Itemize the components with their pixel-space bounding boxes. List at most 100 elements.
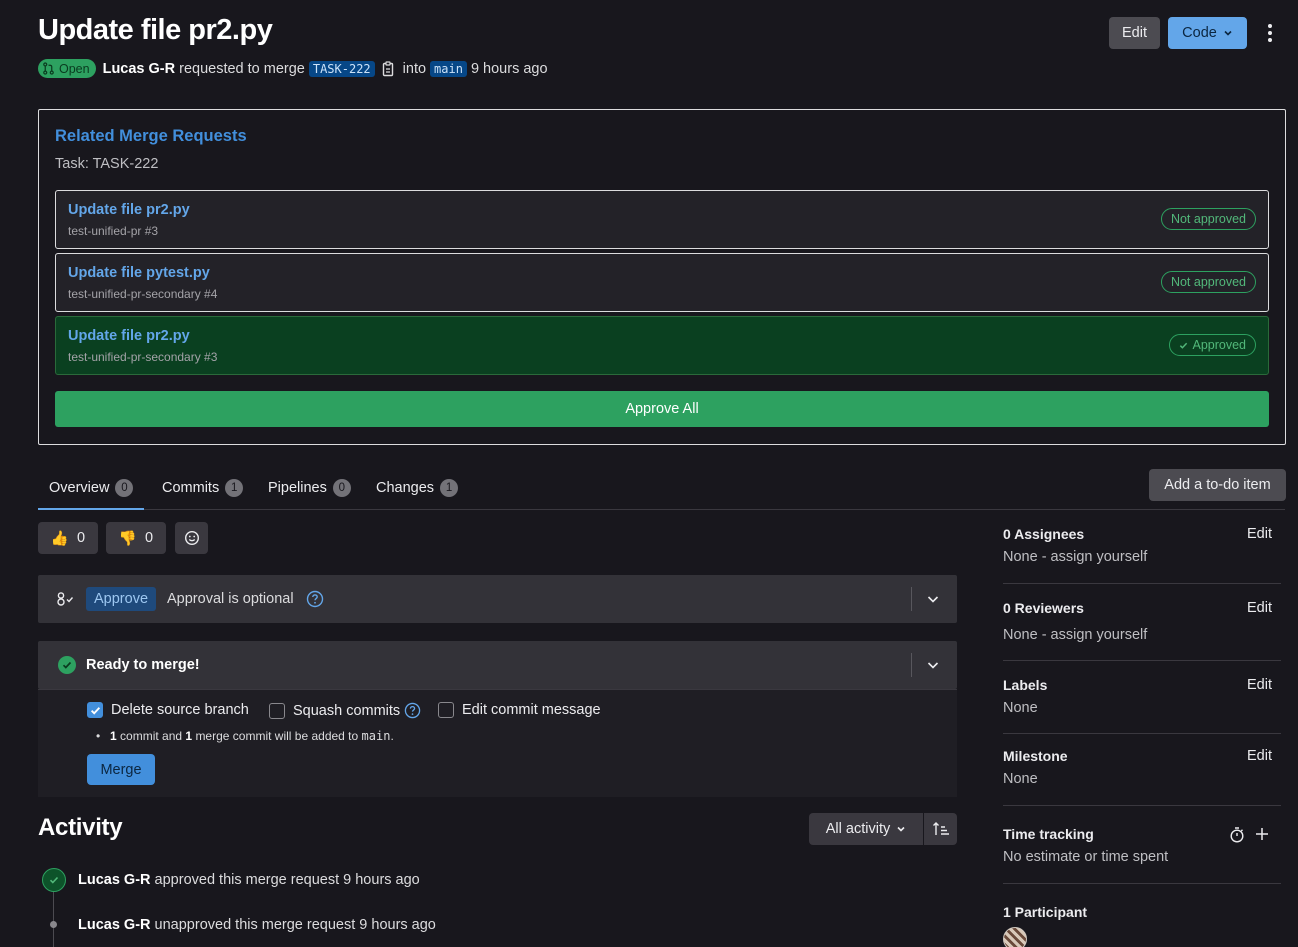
checkbox-label: Edit commit message [462, 702, 601, 718]
merge-options: Delete source branch Squash commits Edit… [38, 689, 957, 797]
copy-icon[interactable] [382, 60, 396, 77]
checkbox[interactable] [87, 702, 103, 718]
checkbox[interactable] [269, 702, 285, 719]
squash-commits-checkbox[interactable]: Squash commits [269, 702, 421, 719]
related-mr-title[interactable]: Update file pytest.py [68, 265, 210, 281]
sidebar-reviewers: 0 Reviewers None - assign yourself Edit [1003, 600, 1281, 648]
related-task: Task: TASK-222 [55, 156, 159, 172]
bullet: • [96, 729, 101, 743]
thumbs-down-count: 0 [144, 530, 154, 546]
edit-button[interactable]: Edit [1109, 17, 1160, 49]
merge-note: • 1 commit and 1 merge commit will be ad… [96, 729, 394, 743]
status-label: Open [59, 61, 90, 76]
thumbs-down-button[interactable]: 👎 0 [106, 522, 166, 554]
chevron-down-icon[interactable] [926, 592, 940, 606]
merge-status-title: Ready to merge! [86, 657, 200, 673]
author-link[interactable]: Lucas G-R [103, 61, 176, 77]
sidebar-heading: Labels [1003, 677, 1048, 693]
filter-label: All activity [825, 821, 891, 837]
related-mr-ref: test-unified-pr-secondary #3 [68, 350, 218, 364]
tab-count: 0 [115, 478, 134, 497]
approval-text: Approval is optional [167, 591, 294, 607]
smiley-icon [184, 530, 199, 546]
more-actions-icon[interactable] [1262, 22, 1278, 44]
sidebar-heading: 0 Reviewers [1003, 600, 1084, 616]
related-mr-ref: test-unified-pr-secondary #4 [68, 287, 218, 301]
sort-icon [932, 822, 949, 835]
milestone-value: None [1003, 771, 1038, 787]
thumbs-up-button[interactable]: 👍 0 [38, 522, 98, 554]
note-text: merge commit will be added to [195, 729, 359, 743]
into-text: into [402, 60, 427, 77]
stopwatch-icon[interactable] [1229, 826, 1245, 843]
target-branch[interactable]: main [430, 60, 467, 77]
event-author[interactable]: Lucas G-R [78, 917, 151, 933]
check-icon [1180, 342, 1188, 349]
related-mr-item[interactable]: Update file pytest.py test-unified-pr-se… [55, 253, 1269, 312]
delete-source-branch-checkbox[interactable]: Delete source branch [87, 702, 249, 718]
edit-labels-button[interactable]: Edit [1247, 677, 1272, 693]
divider [1003, 733, 1281, 734]
status-badge: Not approved [1160, 271, 1256, 293]
sidebar-participants: 1 Participant [1003, 904, 1281, 924]
chevron-down-icon [1224, 30, 1232, 36]
help-icon[interactable] [306, 590, 324, 608]
activity-filter-dropdown[interactable]: All activity [809, 813, 923, 845]
related-mr-item[interactable]: Update file pr2.py test-unified-pr #3 No… [55, 190, 1269, 249]
tab-commits[interactable]: Commits 1 [162, 467, 244, 509]
code-dropdown-button[interactable]: Code [1168, 17, 1247, 49]
edit-assignees-button[interactable]: Edit [1247, 526, 1272, 542]
merge-commit-count: 1 [185, 729, 193, 743]
edit-milestone-button[interactable]: Edit [1247, 748, 1272, 764]
thumbs-up-count: 0 [76, 530, 86, 546]
note-end: . [390, 729, 394, 743]
success-icon [58, 656, 76, 674]
tab-changes[interactable]: Changes 1 [376, 467, 459, 509]
status-badge: Approved [1169, 334, 1256, 356]
related-merge-requests: Related Merge Requests Task: TASK-222 Up… [38, 109, 1286, 445]
tab-count: 0 [332, 479, 351, 497]
sort-order-button[interactable] [924, 813, 957, 845]
activity-title: Activity [38, 814, 123, 841]
checkbox[interactable] [438, 702, 454, 718]
event-text: unapproved this merge request 9 hours ag… [154, 917, 436, 933]
mr-tabs: Overview 0 Commits 1 Pipelines 0 Changes… [38, 467, 1285, 510]
assign-yourself-link[interactable]: None - assign yourself [1003, 627, 1281, 643]
avatar[interactable] [1003, 927, 1027, 947]
sidebar-time-tracking: Time tracking No estimate or time spent [1003, 826, 1281, 870]
add-reaction-button[interactable] [175, 522, 208, 554]
related-mr-title[interactable]: Update file pr2.py [68, 202, 190, 218]
approval-panel: Approve Approval is optional [38, 575, 957, 623]
sidebar-heading: Milestone [1003, 748, 1068, 764]
approved-icon [42, 868, 66, 892]
divider [1003, 583, 1281, 584]
assign-yourself-link[interactable]: None - assign yourself [1003, 549, 1281, 565]
tab-label: Changes [376, 480, 435, 496]
tab-label: Commits [162, 480, 220, 496]
related-mr-title[interactable]: Update file pr2.py [68, 328, 190, 344]
edit-reviewers-button[interactable]: Edit [1247, 600, 1272, 616]
related-mr-item[interactable]: Update file pr2.py test-unified-pr-secon… [55, 316, 1269, 375]
sidebar-assignees: 0 Assignees None - assign yourself Edit [1003, 526, 1281, 570]
divider [1003, 805, 1281, 806]
chevron-down-icon [897, 826, 905, 832]
divider [1003, 660, 1281, 661]
approve-button[interactable]: Approve [86, 587, 157, 611]
add-todo-button[interactable]: Add a to-do item [1149, 469, 1286, 501]
approve-all-button[interactable]: Approve All [55, 391, 1269, 427]
status-badge: Open [38, 59, 96, 78]
code-label: Code [1182, 25, 1217, 41]
merge-button[interactable]: Merge [87, 754, 155, 785]
event-author[interactable]: Lucas G-R [78, 872, 151, 888]
checkbox-label: Squash commits [293, 702, 401, 719]
tab-overview[interactable]: Overview 0 [38, 467, 145, 510]
help-icon[interactable] [404, 702, 421, 719]
related-title: Related Merge Requests [55, 127, 247, 145]
source-branch[interactable]: TASK-222 [308, 60, 375, 77]
tab-pipelines[interactable]: Pipelines 0 [268, 467, 351, 509]
labels-value: None [1003, 700, 1038, 716]
edit-commit-message-checkbox[interactable]: Edit commit message [438, 702, 601, 718]
merge-panel-header: Ready to merge! [38, 641, 957, 689]
chevron-down-icon[interactable] [926, 658, 940, 672]
plus-icon[interactable] [1255, 827, 1269, 841]
